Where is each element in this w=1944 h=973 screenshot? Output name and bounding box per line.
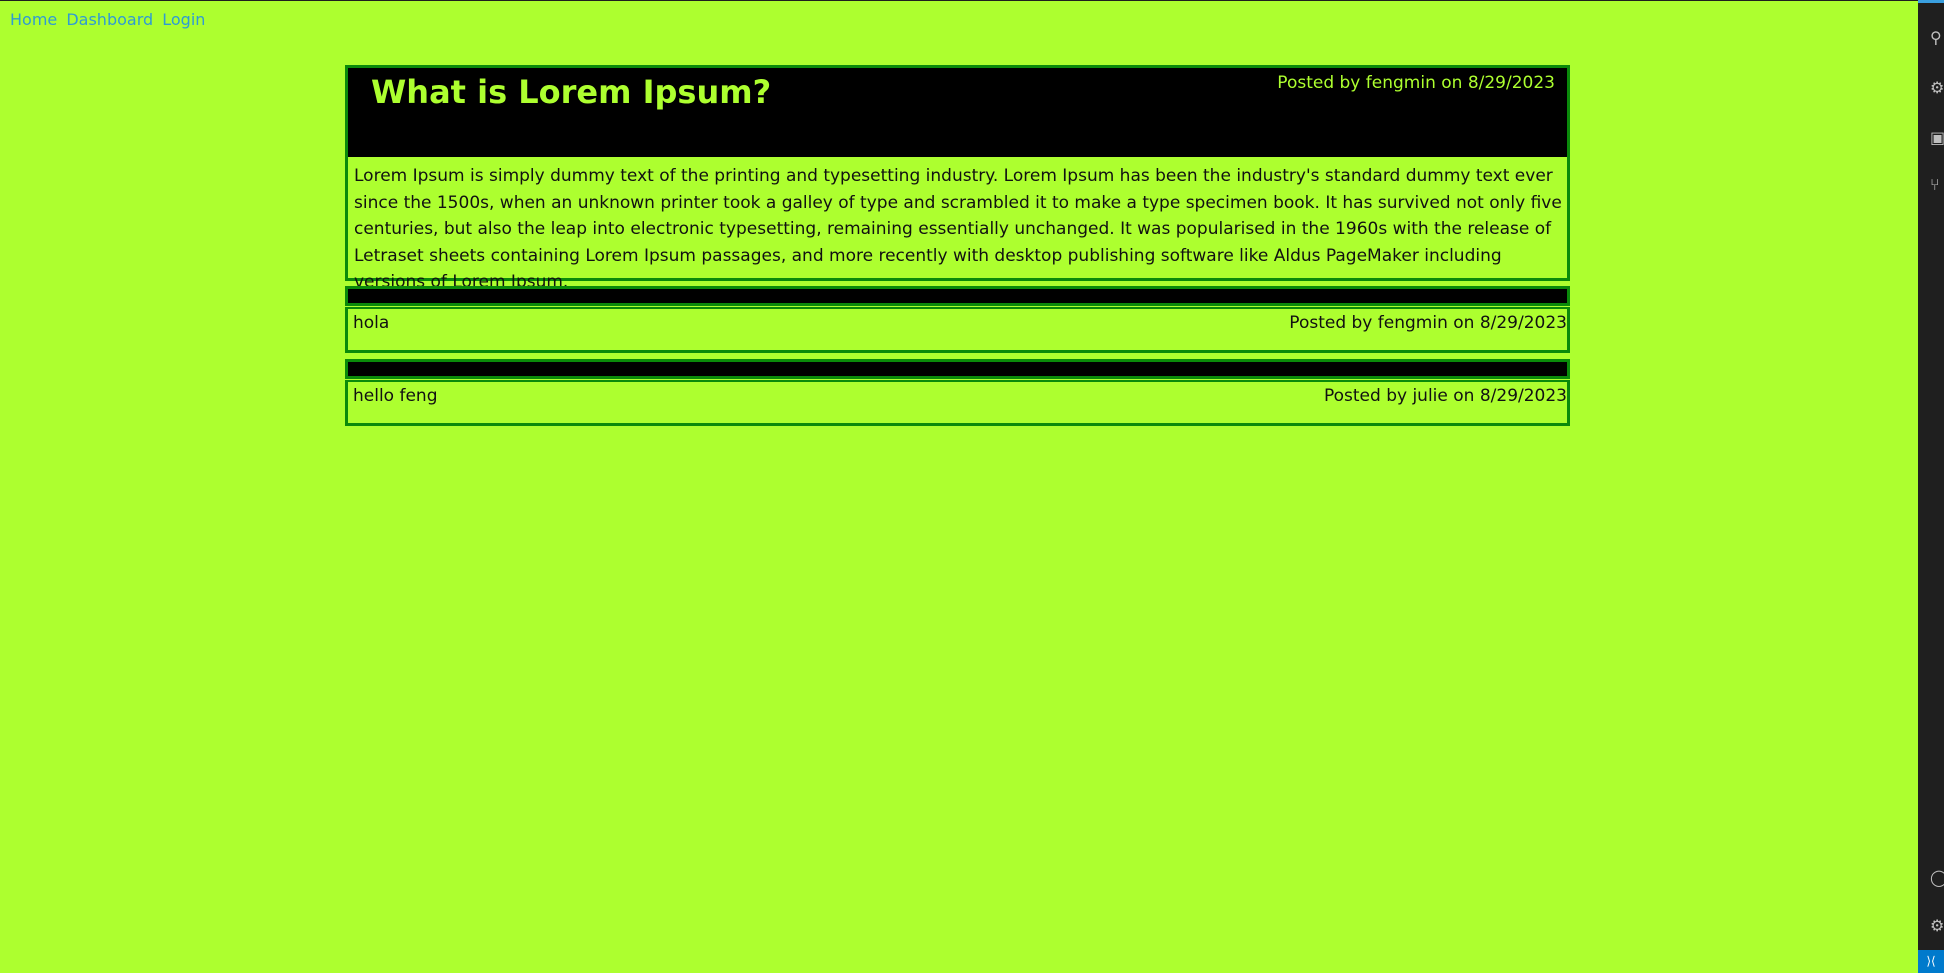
debug-icon[interactable]: ⚙ — [1930, 78, 1944, 97]
remote-icon[interactable]: ⟩⟨ — [1918, 950, 1944, 973]
top-edge — [0, 0, 1918, 1]
search-icon[interactable]: ⚲ — [1930, 28, 1944, 47]
post-body: Lorem Ipsum is simply dummy text of the … — [354, 166, 1562, 292]
post-text: hola — [353, 313, 390, 333]
post-card: hola Posted by fengmin on 8/29/2023 — [345, 307, 1570, 353]
post-header-bar — [345, 359, 1570, 379]
nav-home-link[interactable]: Home — [10, 10, 57, 29]
post-card-featured: What is Lorem Ipsum? Posted by fengmin o… — [345, 65, 1570, 292]
post-title: What is Lorem Ipsum? — [371, 73, 772, 111]
source-control-icon[interactable]: ⑂ — [1930, 175, 1944, 194]
post-text: hello feng — [353, 386, 438, 406]
post-header: What is Lorem Ipsum? Posted by fengmin o… — [348, 68, 1567, 157]
post-header-bar — [345, 286, 1570, 306]
nav-login-link[interactable]: Login — [162, 10, 205, 29]
settings-icon[interactable]: ⚙ — [1930, 916, 1944, 935]
extensions-icon[interactable]: ▣ — [1930, 128, 1944, 147]
post-card: hello feng Posted by julie on 8/29/2023 — [345, 380, 1570, 426]
editor-activity-bar: ⚲ ⚙ ▣ ⑂ ◯ ⚙ ⟩⟨ — [1918, 0, 1944, 973]
post-meta: Posted by fengmin on 8/29/2023 — [1289, 313, 1567, 333]
post-meta: Posted by fengmin on 8/29/2023 — [1277, 73, 1555, 93]
top-nav: Home Dashboard Login — [10, 10, 209, 29]
activity-bar-accent — [1918, 0, 1944, 3]
nav-dashboard-link[interactable]: Dashboard — [66, 10, 153, 29]
account-icon[interactable]: ◯ — [1930, 868, 1944, 887]
post-meta: Posted by julie on 8/29/2023 — [1323, 386, 1567, 406]
